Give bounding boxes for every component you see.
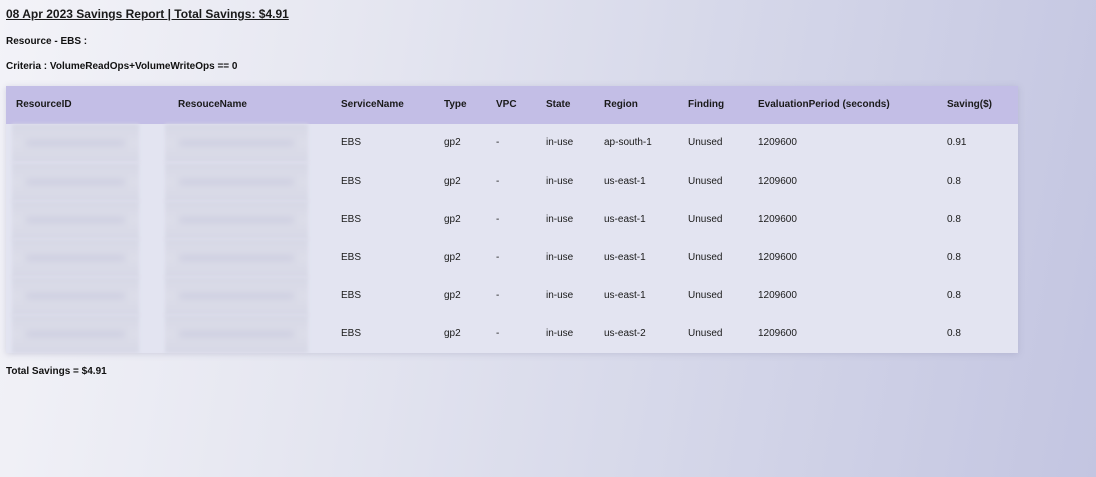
header-state: State: [546, 99, 571, 110]
cell-region: ap-south-1: [604, 137, 652, 148]
table-header-row: ResourceID ResouceName ServiceName Type …: [6, 86, 1018, 124]
cell-service-name: EBS: [341, 290, 362, 301]
cell-state: in-use: [546, 214, 574, 225]
cell-type: gp2: [444, 252, 461, 263]
table-row: EBS gp2 - in-use us-east-1 Unused 120960…: [6, 163, 1018, 201]
cell-saving: 0.8: [947, 290, 961, 301]
cell-evaluation-period: 1209600: [758, 252, 797, 263]
cell-region: us-east-2: [604, 328, 646, 339]
cell-evaluation-period: 1209600: [758, 214, 797, 225]
redacted-resource-name: [165, 124, 308, 162]
cell-type: gp2: [444, 328, 461, 339]
cell-vpc: -: [496, 252, 500, 263]
cell-region: us-east-1: [604, 176, 646, 187]
cell-finding: Unused: [688, 176, 723, 187]
header-region: Region: [604, 99, 638, 110]
cell-state: in-use: [546, 328, 574, 339]
header-service-name: ServiceName: [341, 99, 404, 110]
cell-region: us-east-1: [604, 214, 646, 225]
table-row: EBS gp2 - in-use us-east-2 Unused 120960…: [6, 315, 1018, 353]
cell-vpc: -: [496, 290, 500, 301]
cell-saving: 0.8: [947, 328, 961, 339]
cell-vpc: -: [496, 328, 500, 339]
cell-evaluation-period: 1209600: [758, 290, 797, 301]
redacted-resource-id: [12, 277, 139, 315]
redacted-resource-id: [12, 163, 139, 201]
total-savings: Total Savings = $4.91: [6, 366, 107, 377]
header-saving: Saving($): [947, 99, 993, 110]
cell-finding: Unused: [688, 252, 723, 263]
cell-service-name: EBS: [341, 137, 362, 148]
redacted-resource-id: [12, 201, 139, 239]
cell-vpc: -: [496, 176, 500, 187]
cell-evaluation-period: 1209600: [758, 137, 797, 148]
cell-evaluation-period: 1209600: [758, 328, 797, 339]
redacted-resource-id: [12, 315, 139, 353]
cell-type: gp2: [444, 214, 461, 225]
cell-type: gp2: [444, 137, 461, 148]
cell-region: us-east-1: [604, 290, 646, 301]
cell-state: in-use: [546, 252, 574, 263]
criteria-label: Criteria : VolumeReadOps+VolumeWriteOps …: [6, 61, 238, 72]
redacted-resource-name: [165, 163, 308, 201]
redacted-resource-name: [165, 315, 308, 353]
cell-service-name: EBS: [341, 328, 362, 339]
cell-service-name: EBS: [341, 252, 362, 263]
cell-saving: 0.91: [947, 137, 967, 148]
cell-finding: Unused: [688, 290, 723, 301]
redacted-resource-name: [165, 201, 308, 239]
table-row: EBS gp2 - in-use ap-south-1 Unused 12096…: [6, 124, 1018, 162]
cell-region: us-east-1: [604, 252, 646, 263]
header-finding: Finding: [688, 99, 725, 110]
header-type: Type: [444, 99, 467, 110]
cell-vpc: -: [496, 137, 500, 148]
table-row: EBS gp2 - in-use us-east-1 Unused 120960…: [6, 239, 1018, 277]
header-resource-id: ResourceID: [16, 99, 72, 110]
redacted-resource-name: [165, 277, 308, 315]
cell-type: gp2: [444, 290, 461, 301]
header-evaluation-period: EvaluationPeriod (seconds): [758, 99, 890, 110]
redacted-resource-name: [165, 239, 308, 277]
cell-state: in-use: [546, 290, 574, 301]
header-vpc: VPC: [496, 99, 517, 110]
resource-label: Resource - EBS :: [6, 36, 88, 47]
cell-finding: Unused: [688, 328, 723, 339]
cell-evaluation-period: 1209600: [758, 176, 797, 187]
cell-saving: 0.8: [947, 176, 961, 187]
table-row: EBS gp2 - in-use us-east-1 Unused 120960…: [6, 277, 1018, 315]
cell-finding: Unused: [688, 137, 723, 148]
redacted-resource-id: [12, 124, 139, 162]
report-title: 08 Apr 2023 Savings Report | Total Savin…: [6, 7, 289, 21]
redacted-resource-id: [12, 239, 139, 277]
cell-type: gp2: [444, 176, 461, 187]
cell-service-name: EBS: [341, 214, 362, 225]
cell-vpc: -: [496, 214, 500, 225]
table-row: EBS gp2 - in-use us-east-1 Unused 120960…: [6, 201, 1018, 239]
header-resource-name: ResouceName: [178, 99, 247, 110]
cell-finding: Unused: [688, 214, 723, 225]
cell-state: in-use: [546, 176, 574, 187]
cell-saving: 0.8: [947, 252, 961, 263]
savings-table: ResourceID ResouceName ServiceName Type …: [6, 86, 1018, 353]
cell-saving: 0.8: [947, 214, 961, 225]
cell-service-name: EBS: [341, 176, 362, 187]
cell-state: in-use: [546, 137, 574, 148]
